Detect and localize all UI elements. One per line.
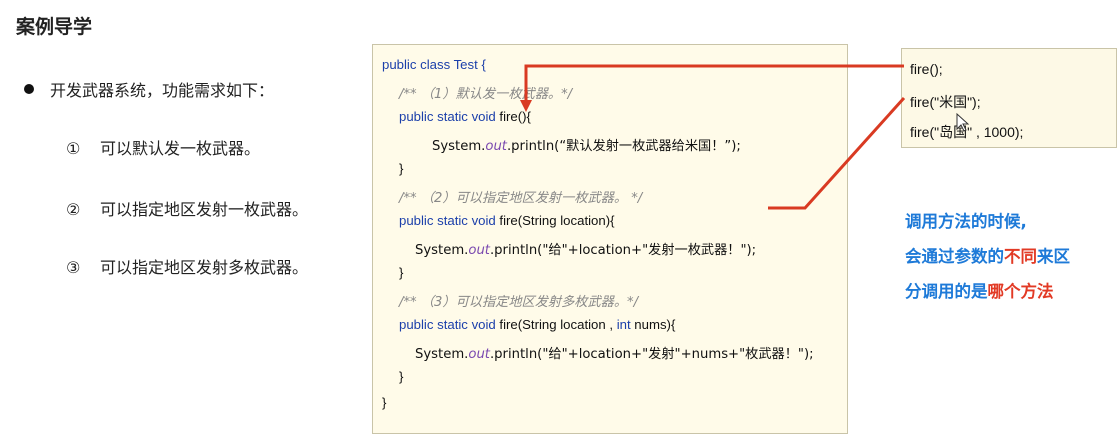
note-line-3: 分调用的是哪个方法 bbox=[905, 278, 1054, 302]
note-line-1: 调用方法的时候, bbox=[905, 212, 1027, 231]
note-line-2: 会通过参数的不同来区 bbox=[905, 243, 1070, 267]
arrowhead-icon bbox=[520, 100, 532, 112]
note-highlight: 哪个方法 bbox=[987, 282, 1054, 301]
note-text: 会通过参数的 bbox=[905, 247, 1004, 266]
note-text: 分调用的是 bbox=[905, 282, 988, 301]
arrow-line bbox=[768, 96, 906, 210]
note-text: 来区 bbox=[1037, 247, 1070, 266]
cursor-icon bbox=[956, 112, 970, 132]
arrow-line bbox=[524, 64, 904, 102]
note-highlight: 不同 bbox=[1004, 247, 1037, 266]
